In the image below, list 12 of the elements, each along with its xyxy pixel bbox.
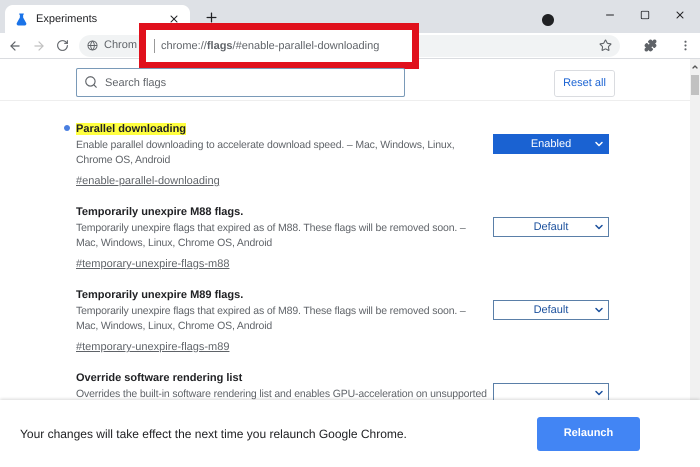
relaunch-message: Your changes will take effect the next time you relaunch Google Chrome. — [20, 426, 408, 442]
url-text: chrome://flags/#enable-parallel-downloading — [161, 38, 380, 54]
flag-description: Overrides the built-in software rendering list and enables GPU-acceleration on unsupported — [76, 387, 488, 400]
flag-title: Parallel downloading — [76, 123, 186, 135]
flag-title: Override software rendering list — [76, 372, 242, 384]
flag-description: Temporarily unexpire flags that expired as of M88. These flags will be removed soon. – Mac, Windows, Linux, Chrome OS, Android — [76, 221, 467, 251]
flag-title: Temporarily unexpire M89 flags. — [76, 289, 244, 301]
flag-description: Enable parallel downloading to accelerate download speed. – Mac, Windows, Linux, Chrome OS, Android — [76, 138, 456, 168]
tab-title: Experiments — [36, 12, 98, 27]
site-label: Chrom — [104, 38, 138, 54]
flag-title: Temporarily unexpire M88 flags. — [76, 206, 244, 218]
flag-description: Temporarily unexpire flags that expired as of M89. These flags will be removed soon. – Mac, Windows, Linux, Chrome OS, Android — [76, 304, 467, 334]
